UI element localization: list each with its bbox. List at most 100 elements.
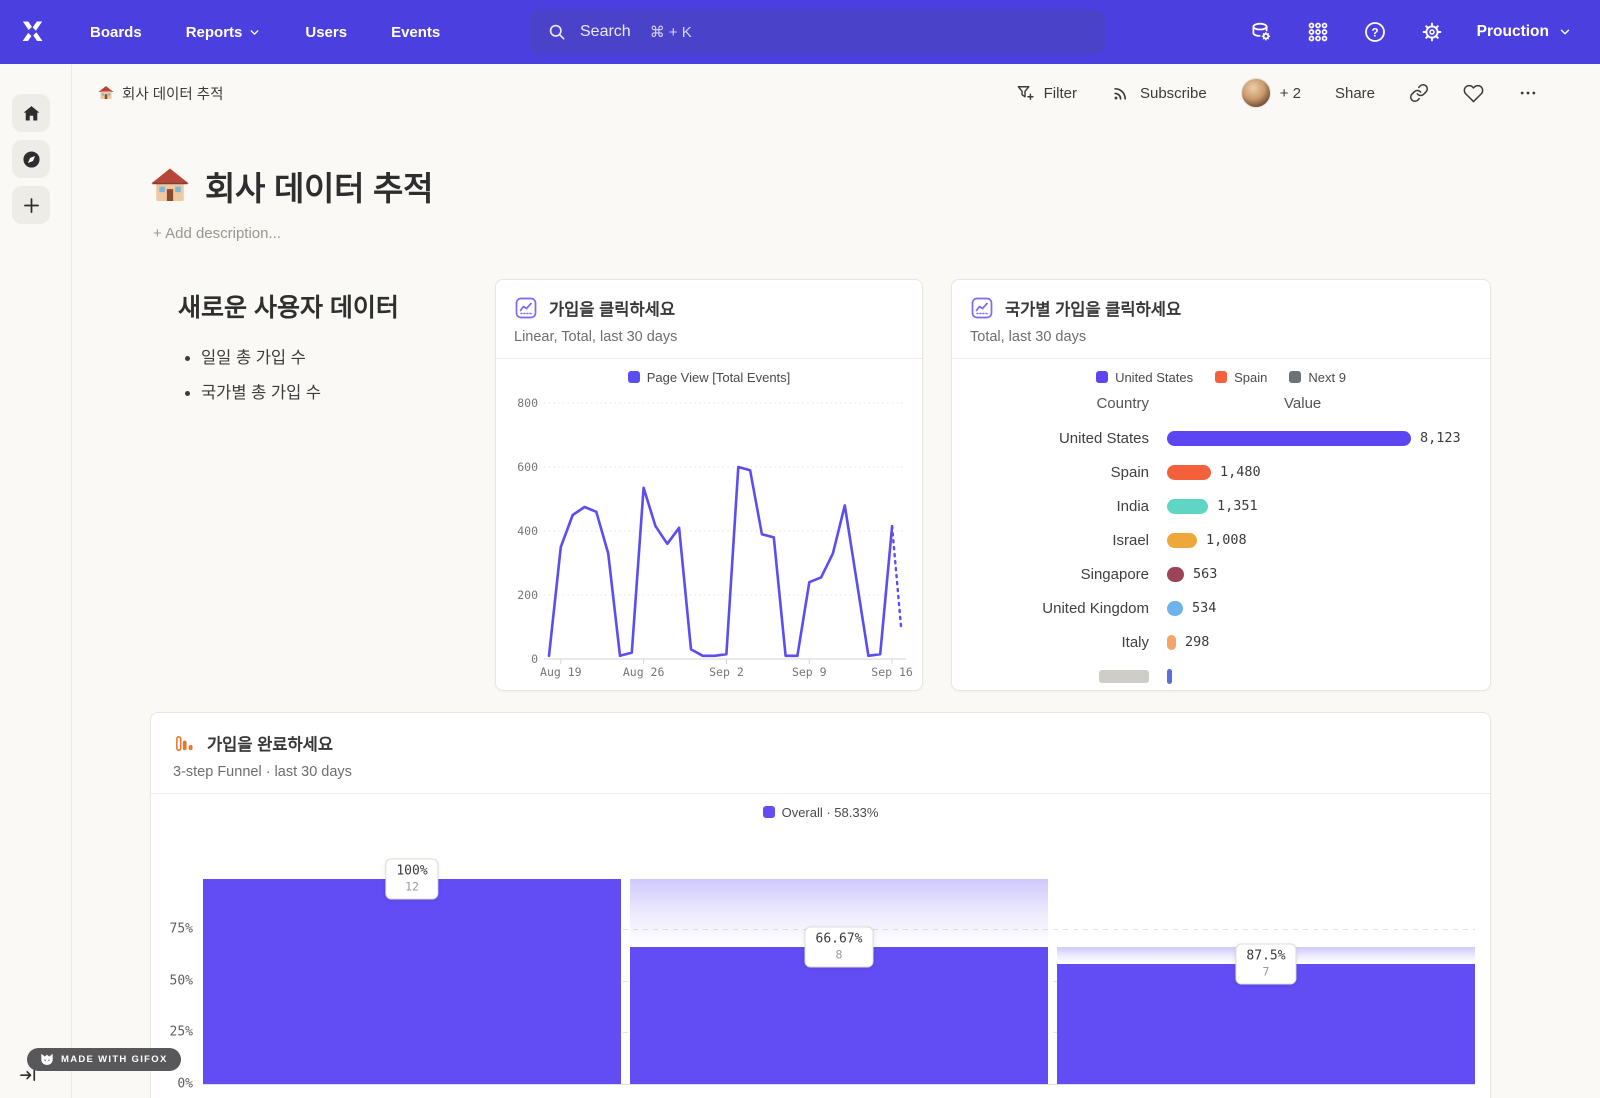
country-row[interactable]: United States8,123	[952, 421, 1490, 455]
settings-gear-icon[interactable]	[1420, 20, 1444, 44]
rss-icon	[1111, 83, 1131, 103]
funnel-count: 12	[396, 880, 427, 894]
country-bar	[1167, 635, 1176, 650]
page-title: 회사 데이터 추적	[205, 162, 433, 210]
breadcrumb-label: 회사 데이터 추적	[122, 83, 223, 104]
share-button[interactable]: Share	[1335, 85, 1375, 102]
country-row[interactable]: Spain1,480	[952, 455, 1490, 489]
line-chart-card: 가입을 클릭하세요 Linear, Total, last 30 days Pa…	[495, 279, 923, 691]
mixpanel-logo[interactable]: X	[0, 19, 64, 46]
project-selector[interactable]: Prouction	[1477, 23, 1572, 41]
funnel-step-2[interactable]: 66.67%8	[630, 879, 1048, 1084]
svg-text:Sep 16: Sep 16	[871, 665, 912, 679]
data-management-icon[interactable]	[1249, 20, 1273, 44]
left-sidebar	[0, 64, 72, 1098]
line-report-icon	[970, 296, 994, 320]
gifox-watermark: MADE WITH GIFOX	[27, 1048, 181, 1071]
legend-item[interactable]: Overall · 58.33%	[763, 805, 879, 820]
funnel-pct: 100%	[396, 864, 427, 879]
funnel-value-box: 100%12	[385, 859, 438, 900]
table-header: Country Value	[952, 395, 1490, 412]
subscribe-label: Subscribe	[1140, 85, 1207, 102]
funnel-step-3[interactable]: 87.5%7	[1057, 879, 1475, 1084]
legend-item[interactable]: Page View [Total Events]	[628, 370, 791, 385]
funnel-chart-card: 가입을 완료하세요 3-step Funnel · last 30 days O…	[150, 712, 1491, 1098]
project-name: Prouction	[1477, 23, 1549, 41]
favorite-heart-icon[interactable]	[1463, 83, 1484, 104]
line-chart[interactable]: 0200400600800Aug 19Aug 26Sep 2Sep 9Sep 1…	[508, 395, 912, 687]
house-emoji-icon	[98, 85, 114, 101]
compass-icon	[21, 149, 42, 170]
breadcrumb[interactable]: 회사 데이터 추적	[98, 83, 223, 104]
nav-item-label: Boards	[90, 24, 142, 41]
avatar-extra-count: + 2	[1280, 85, 1301, 102]
country-label: Italy	[952, 634, 1149, 651]
funnel-step-1[interactable]: 100%12	[203, 879, 621, 1084]
subscribe-button[interactable]: Subscribe	[1111, 83, 1207, 103]
main-content: 회사 데이터 추적 Filter Subscr	[72, 64, 1600, 1098]
chart-legend: Page View [Total Events]	[496, 359, 922, 395]
search-placeholder: Search	[580, 23, 631, 41]
funnel-pct: 66.67%	[816, 932, 863, 947]
country-label: Singapore	[952, 566, 1149, 583]
more-options-icon[interactable]	[1518, 83, 1538, 103]
country-label: United Kingdom	[952, 600, 1149, 617]
card-title[interactable]: 가입을 클릭하세요	[549, 296, 675, 320]
chevron-down-icon	[1558, 25, 1572, 39]
country-row[interactable]: Israel1,008	[952, 523, 1490, 557]
countries-chart-card: 국가별 가입을 클릭하세요 Total, last 30 days United…	[951, 279, 1491, 691]
search-icon	[547, 22, 567, 42]
top-nav: X Boards Reports Users Events Search ⌘ + K	[0, 0, 1600, 64]
chart-legend: Overall · 58.33%	[151, 794, 1490, 830]
apps-grid-icon[interactable]	[1306, 20, 1330, 44]
house-emoji-icon	[150, 166, 190, 206]
svg-text:400: 400	[517, 524, 538, 538]
legend-label: Next 9	[1308, 370, 1346, 385]
legend-item[interactable]: Next 9	[1289, 370, 1346, 385]
nav-item-label: Users	[305, 24, 347, 41]
copy-link-icon[interactable]	[1409, 83, 1429, 103]
legend-item[interactable]: United States	[1096, 370, 1193, 385]
legend-swatch	[1289, 371, 1301, 383]
board-members[interactable]: + 2	[1241, 78, 1301, 108]
card-title[interactable]: 가입을 완료하세요	[207, 731, 333, 755]
nav-item-reports[interactable]: Reports	[186, 24, 262, 41]
svg-text:200: 200	[517, 588, 538, 602]
country-bar	[1167, 567, 1184, 582]
nav-item-events[interactable]: Events	[391, 24, 440, 41]
column-value: Value	[1149, 395, 1321, 412]
country-bar	[1167, 465, 1211, 480]
country-row[interactable]: United Kingdom534	[952, 591, 1490, 625]
nav-item-boards[interactable]: Boards	[90, 24, 142, 41]
filter-button[interactable]: Filter	[1015, 83, 1077, 103]
home-icon	[21, 103, 42, 124]
add-description[interactable]: + Add description...	[153, 225, 433, 242]
text-card[interactable]: 새로운 사용자 데이터 일일 총 가입 수국가별 총 가입 수	[178, 288, 508, 414]
sidebar-add-button[interactable]	[12, 186, 50, 224]
svg-text:?: ?	[1371, 27, 1378, 39]
y-axis-label: 0%	[157, 1077, 193, 1092]
chart-legend: United States Spain Next 9	[952, 359, 1490, 395]
country-row[interactable]: India1,351	[952, 489, 1490, 523]
nav-item-users[interactable]: Users	[305, 24, 347, 41]
board-title[interactable]: 회사 데이터 추적	[150, 162, 433, 210]
sidebar-home-button[interactable]	[12, 94, 50, 132]
country-row[interactable]: Singapore563	[952, 557, 1490, 591]
line-report-icon	[514, 296, 538, 320]
sidebar-discover-button[interactable]	[12, 140, 50, 178]
country-bar	[1167, 499, 1208, 514]
help-icon[interactable]: ?	[1363, 20, 1387, 44]
svg-text:600: 600	[517, 460, 538, 474]
gridline	[203, 1084, 1475, 1085]
legend-item[interactable]: Spain	[1215, 370, 1267, 385]
legend-swatch	[1096, 371, 1108, 383]
country-row[interactable]: Italy298	[952, 625, 1490, 659]
card-title[interactable]: 국가별 가입을 클릭하세요	[1005, 296, 1181, 320]
legend-swatch	[628, 371, 640, 383]
y-axis-label: 25%	[157, 1025, 193, 1040]
search-input[interactable]: Search ⌘ + K	[530, 10, 1105, 54]
filter-icon	[1015, 83, 1035, 103]
country-bar	[1167, 431, 1411, 446]
y-axis-label: 75%	[157, 922, 193, 937]
avatar	[1241, 78, 1271, 108]
